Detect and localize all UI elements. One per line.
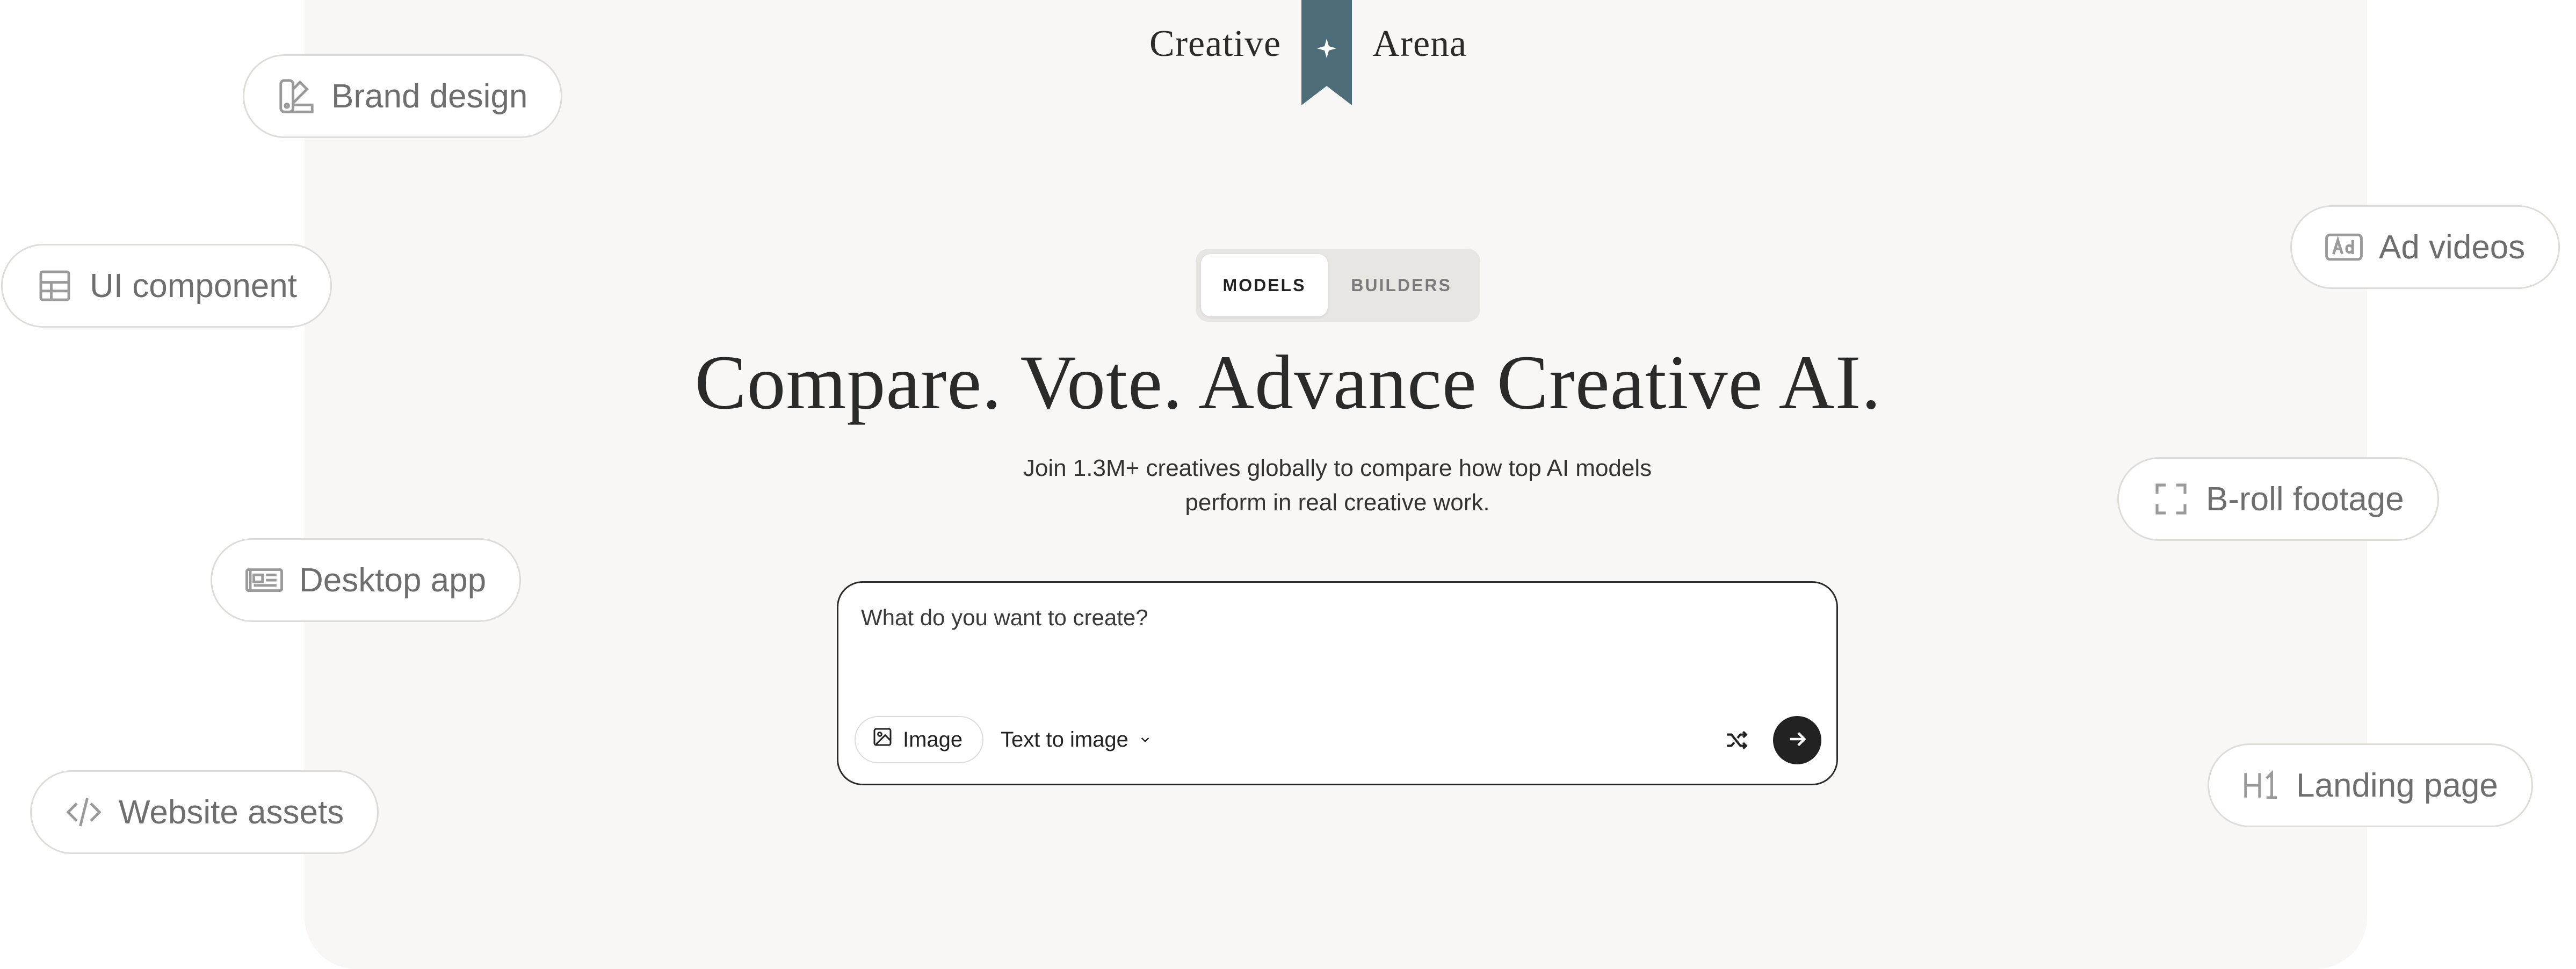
page-subtitle: Join 1.3M+ creatives globally to compare… xyxy=(956,451,1719,520)
pill-ui-component[interactable]: UI component xyxy=(1,244,332,328)
pill-desktop-app[interactable]: Desktop app xyxy=(211,538,522,622)
pill-ad-videos[interactable]: Ad videos xyxy=(2290,205,2560,289)
image-type-chip[interactable]: Image xyxy=(855,716,983,763)
subtitle-line-2: perform in real creative work. xyxy=(1185,489,1490,516)
subtitle-line-1: Join 1.3M+ creatives globally to compare… xyxy=(1023,455,1652,481)
tab-models[interactable]: MODELS xyxy=(1201,254,1328,316)
shuffle-icon[interactable] xyxy=(1724,727,1750,754)
pill-label: B-roll footage xyxy=(2206,480,2404,518)
pill-b-roll-footage[interactable]: B-roll footage xyxy=(2117,457,2439,541)
palette-icon xyxy=(276,75,317,117)
pill-label: Ad videos xyxy=(2379,228,2526,266)
image-chip-label: Image xyxy=(903,727,963,751)
brand-word-left: Creative xyxy=(1149,23,1282,64)
prompt-input[interactable] xyxy=(860,604,1775,631)
generation-mode-select[interactable]: Text to image xyxy=(1001,716,1152,763)
arrow-right-icon xyxy=(1785,727,1810,754)
mode-toggle: MODELS BUILDERS xyxy=(1196,249,1480,322)
chevron-down-icon xyxy=(1128,728,1152,752)
pill-brand-design[interactable]: Brand design xyxy=(243,54,563,138)
image-icon xyxy=(872,726,903,753)
pill-label: Website assets xyxy=(119,793,344,831)
pill-label: Landing page xyxy=(2296,766,2498,804)
prompt-box: Image Text to image xyxy=(837,581,1838,785)
ad-icon xyxy=(2323,226,2365,268)
tab-builders[interactable]: BUILDERS xyxy=(1328,254,1475,316)
brand-word-right: Arena xyxy=(1372,23,1467,64)
pill-label: UI component xyxy=(90,267,297,305)
page-title: Compare. Vote. Advance Creative AI. xyxy=(694,340,1882,425)
submit-button[interactable] xyxy=(1773,716,1821,764)
frame-icon xyxy=(2150,478,2192,520)
heading-icon xyxy=(2240,764,2282,806)
pill-website-assets[interactable]: Website assets xyxy=(30,770,379,854)
code-icon xyxy=(63,791,105,833)
pill-landing-page[interactable]: Landing page xyxy=(2208,743,2533,827)
mode-label: Text to image xyxy=(1001,727,1128,751)
brand-logo[interactable]: Creative Arena xyxy=(1149,0,1467,107)
grid-icon xyxy=(34,265,76,307)
pill-label: Desktop app xyxy=(299,561,487,599)
pill-label: Brand design xyxy=(331,77,528,115)
window-icon xyxy=(243,559,285,601)
bookmark-icon xyxy=(1301,0,1352,105)
